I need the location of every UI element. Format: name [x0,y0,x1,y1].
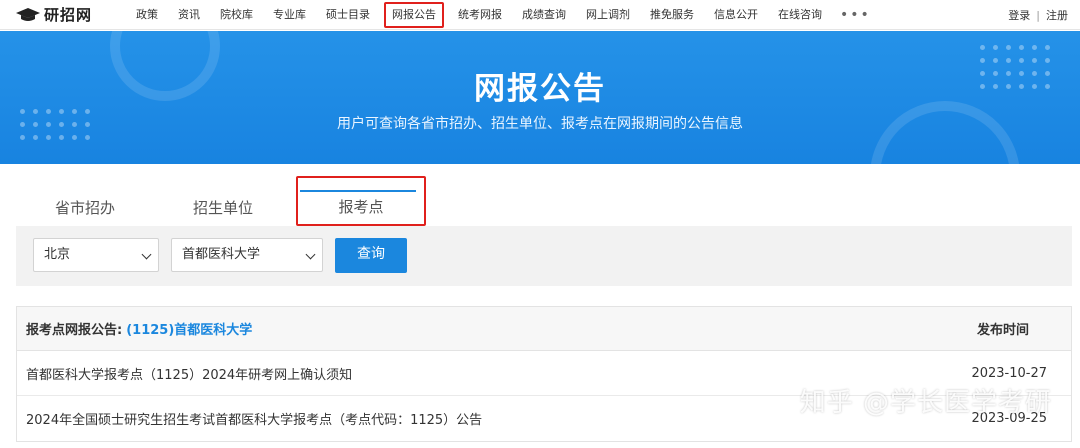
chevron-down-icon [305,249,316,260]
watermark-text: 知乎 @学长医学考研 [799,388,1052,418]
tab-exam-sites[interactable]: 报考点 [296,176,426,226]
announcement-date: 2023-10-27 [971,365,1047,381]
nav-item-recommendation[interactable]: 推免服务 [640,0,704,30]
nav-item-adjustment[interactable]: 网上调剂 [576,0,640,30]
exam-site-select-value: 首都医科大学 [182,247,261,262]
top-navbar: 研招网 政策 资讯 院校库 专业库 硕士目录 网报公告 统考网报 成绩查询 网上… [0,0,1080,30]
table-header-prefix: 报考点网报公告: [26,323,123,338]
nav-item-news[interactable]: 资讯 [168,0,210,30]
nav-item-score-query[interactable]: 成绩查询 [512,0,576,30]
nav-item-info-disclosure[interactable]: 信息公开 [704,0,768,30]
date-column-header: 发布时间 [976,323,1029,338]
nav-item-majors[interactable]: 专业库 [263,0,316,30]
nav-item-online-registration[interactable]: 统考网报 [448,0,512,30]
page-banner: 网报公告 用户可查询各省市招办、招生单位、报考点在网报期间的公告信息 [0,31,1080,164]
auth-separator: | [1036,8,1040,22]
nav-item-master-catalog[interactable]: 硕士目录 [316,0,380,30]
table-header-title: 报考点网报公告: (1125)首都医科大学 [26,319,252,338]
more-menu-icon[interactable]: ••• [832,7,879,23]
login-link[interactable]: 登录 [1008,7,1030,23]
auth-links: 登录 | 注册 [1008,0,1068,30]
table-header: 报考点网报公告: (1125)首都医科大学 发布时间 [17,307,1071,351]
announcement-table: 报考点网报公告: (1125)首都医科大学 发布时间 首都医科大学报考点（1125… [16,306,1072,442]
nav-item-schools[interactable]: 院校库 [210,0,263,30]
nav-item-announcements[interactable]: 网报公告 [384,1,444,28]
province-select[interactable]: 北京 [33,238,159,272]
table-header-school: (1125)首都医科大学 [126,323,253,338]
main-nav: 政策 资讯 院校库 专业库 硕士目录 网报公告 统考网报 成绩查询 网上调剂 推… [126,0,879,30]
tab-provincial-office[interactable]: 省市招办 [16,176,154,226]
query-button[interactable]: 查询 [335,238,407,273]
page-subtitle: 用户可查询各省市招办、招生单位、报考点在网报期间的公告信息 [337,116,743,132]
chevron-down-icon [141,249,152,260]
province-select-value: 北京 [44,247,71,262]
site-logo[interactable]: 研招网 [16,4,120,25]
exam-site-select[interactable]: 首都医科大学 [171,238,323,272]
page-title: 网报公告 [474,71,606,107]
nav-item-policy[interactable]: 政策 [126,0,168,30]
announcement-link[interactable]: 首都医科大学报考点（1125）2024年研考网上确认须知 [26,364,352,383]
filter-bar: 北京 首都医科大学 查询 [16,226,1072,286]
logo-text: 研招网 [44,6,93,24]
graduation-cap-icon [16,7,40,21]
register-link[interactable]: 注册 [1046,7,1068,23]
nav-item-online-consult[interactable]: 在线咨询 [768,0,832,30]
tab-admission-units[interactable]: 招生单位 [154,176,292,226]
category-tabs: 省市招办 招生单位 报考点 [16,176,426,226]
announcement-link[interactable]: 2024年全国硕士研究生招生考试首都医科大学报考点（考点代码：1125）公告 [26,409,482,428]
